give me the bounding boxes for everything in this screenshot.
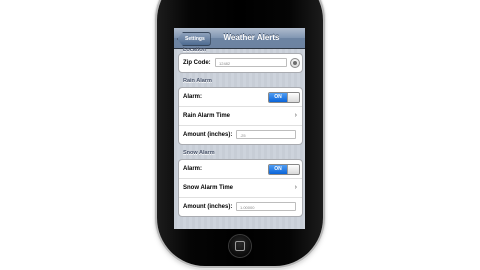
rain-alarm-toggle-knob[interactable] <box>287 93 299 102</box>
rain-amount-label: Amount (inches): <box>183 132 233 138</box>
snow-amount-field[interactable]: 1.00000 <box>236 202 296 211</box>
home-button-icon[interactable] <box>229 235 251 257</box>
snow-amount-row: Amount (inches): 1.00000 <box>179 198 302 216</box>
section-header-rain-alarm: Rain Alarm <box>183 78 212 84</box>
rain-amount-field[interactable]: .25 <box>236 130 296 139</box>
location-group: Zip Code: 12482 <box>178 53 303 73</box>
snow-alarm-toggle-knob[interactable] <box>287 165 299 174</box>
settings-table[interactable]: Location Zip Code: 12482 Rain Alarm Alar… <box>174 47 305 229</box>
location-target-icon[interactable] <box>290 58 300 68</box>
page-title: Weather Alerts <box>223 33 280 42</box>
rain-alarm-time-row[interactable]: Rain Alarm Time › <box>179 107 302 126</box>
zip-code-field[interactable]: 12482 <box>215 58 287 67</box>
rain-alarm-toggle[interactable]: ON <box>268 92 300 103</box>
snow-alarm-toggle-on-label: ON <box>269 165 287 174</box>
zip-code-row: Zip Code: 12482 <box>179 54 302 72</box>
chevron-right-icon: › <box>294 184 297 191</box>
snow-amount-label: Amount (inches): <box>183 204 233 210</box>
zip-code-label: Zip Code: <box>183 60 211 66</box>
rain-amount-row: Amount (inches): .25 <box>179 126 302 144</box>
chevron-right-icon: › <box>294 112 297 119</box>
rain-alarm-row: Alarm: ON <box>179 88 302 107</box>
snow-alarm-toggle[interactable]: ON <box>268 164 300 175</box>
rain-alarm-group: Alarm: ON Rain Alarm Time › Amount (inch… <box>178 87 303 145</box>
rain-alarm-time-label: Rain Alarm Time <box>183 113 231 119</box>
phone-screen: Settings Weather Alerts Location Zip Cod… <box>174 28 305 229</box>
snow-alarm-group: Alarm: ON Snow Alarm Time › Amount (inch… <box>178 159 303 217</box>
snow-alarm-label: Alarm: <box>183 166 203 172</box>
snow-alarm-row: Alarm: ON <box>179 160 302 179</box>
rain-alarm-toggle-on-label: ON <box>269 93 287 102</box>
snow-alarm-time-row[interactable]: Snow Alarm Time › <box>179 179 302 198</box>
rain-alarm-label: Alarm: <box>183 94 203 100</box>
section-header-snow-alarm: Snow Alarm <box>183 150 215 156</box>
snow-alarm-time-label: Snow Alarm Time <box>183 185 234 191</box>
